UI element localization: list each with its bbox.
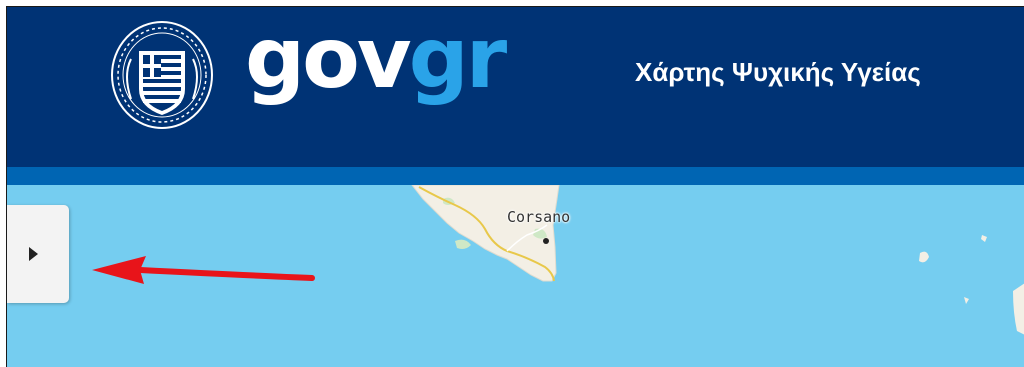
islet xyxy=(1013,283,1024,335)
app-window: govgr Χάρτης Ψυχικής Υγείας Corsano xyxy=(6,6,1024,367)
city-dot xyxy=(543,238,549,244)
site-header: govgr Χάρτης Ψυχικής Υγείας xyxy=(7,7,1024,167)
triangle-right-icon xyxy=(28,247,38,261)
logo-gr-text: gr xyxy=(408,9,508,107)
green-area xyxy=(455,239,471,249)
govgr-logo[interactable]: govgr xyxy=(245,13,507,103)
site-title: Χάρτης Ψυχικής Υγείας xyxy=(635,57,921,87)
islet xyxy=(981,235,987,242)
header-stripe xyxy=(7,167,1024,185)
islet xyxy=(964,297,969,304)
city-label: Corsano xyxy=(507,208,571,226)
logo-gov-text: gov xyxy=(245,9,412,107)
islet xyxy=(919,251,929,263)
sidebar-toggle-button[interactable] xyxy=(7,205,69,303)
greek-coat-of-arms-icon xyxy=(111,21,213,129)
red-arrow-icon xyxy=(92,256,315,284)
